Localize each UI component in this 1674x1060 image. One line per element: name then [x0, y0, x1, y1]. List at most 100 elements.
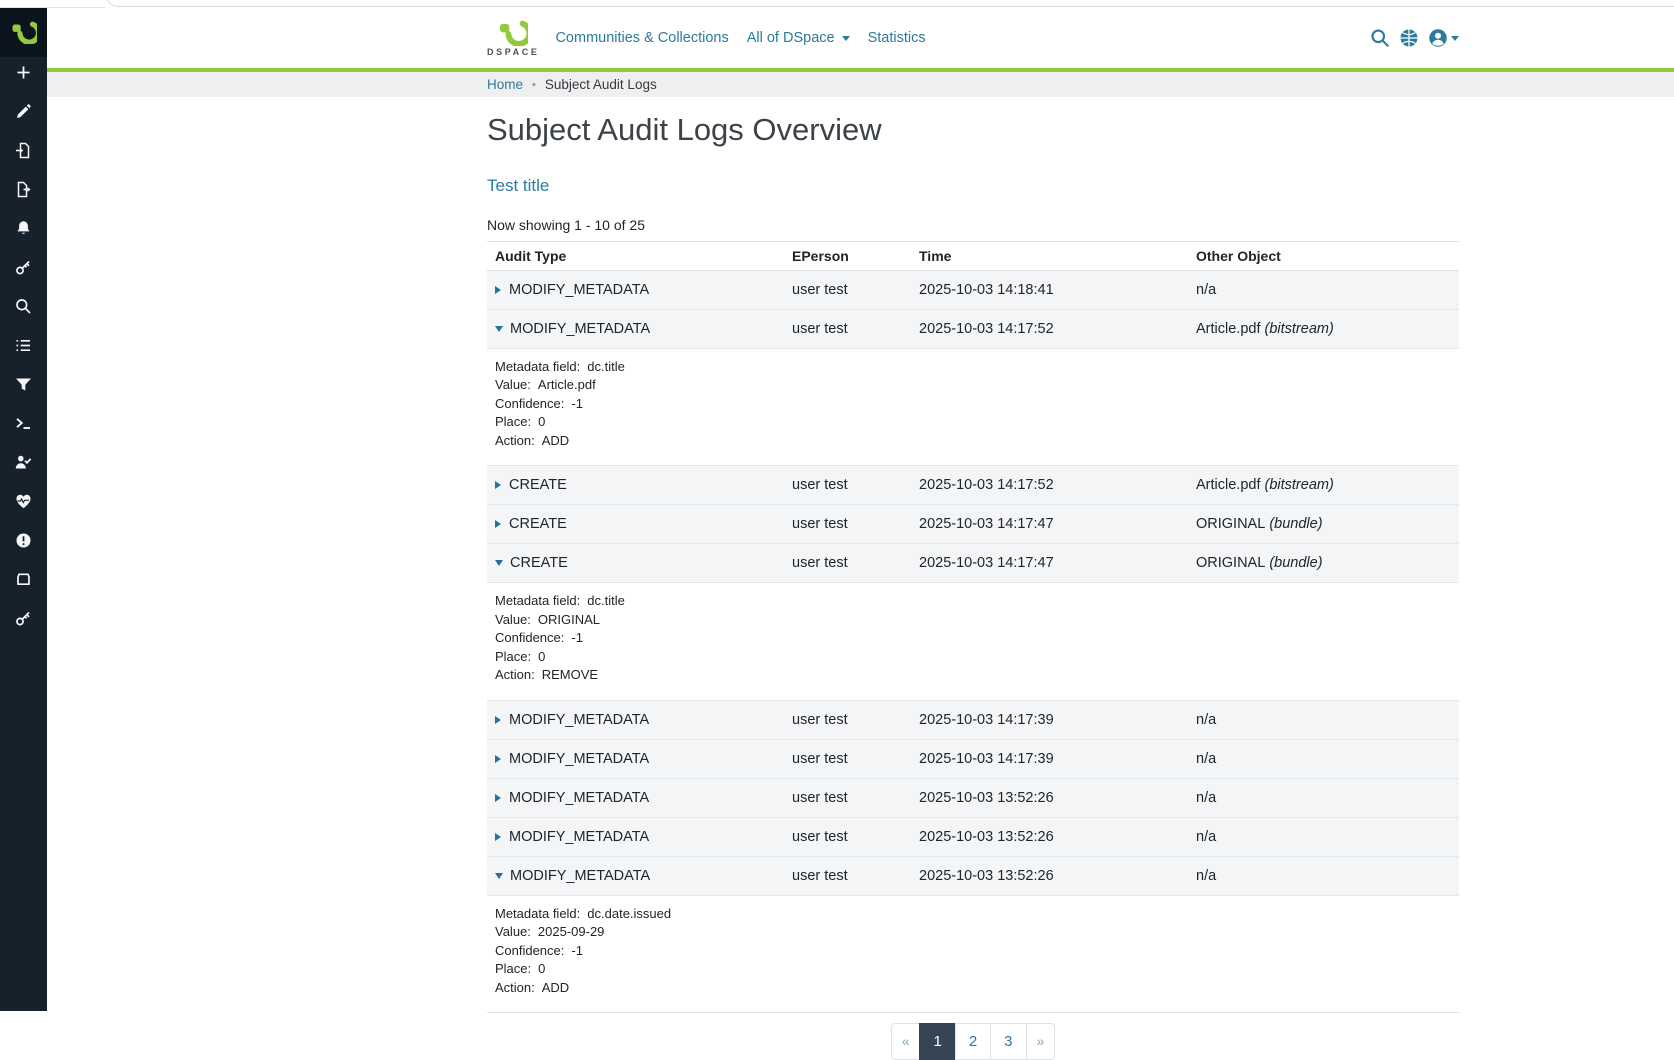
sidebar-item-filter[interactable] — [15, 376, 32, 393]
detail-line-field: Metadata field:dc.title — [495, 594, 1451, 608]
sidebar-item-key[interactable] — [15, 259, 32, 276]
sidebar-item-exclamation-circle[interactable] — [15, 532, 32, 549]
globe-icon[interactable] — [1399, 28, 1419, 48]
dspace-logo[interactable]: DSPACE — [487, 20, 539, 57]
sidebar-item-search[interactable] — [15, 298, 32, 315]
detail-line-action: Action:ADD — [495, 434, 1451, 448]
pagination-link[interactable]: « — [891, 1023, 921, 1060]
caret-right-icon[interactable] — [495, 481, 501, 489]
caret-right-icon[interactable] — [495, 833, 501, 841]
browser-chrome-strip — [0, 0, 1674, 8]
other-object-text: n/a — [1196, 790, 1216, 806]
eperson-cell: user test — [784, 739, 911, 778]
other-object-cell: ORIGINAL (bundle) — [1188, 505, 1459, 544]
sidebar-item-heartbeat[interactable] — [15, 493, 32, 510]
detail-value: -1 — [571, 396, 583, 411]
other-object-text: n/a — [1196, 829, 1216, 845]
pagination-page-2: 2 — [956, 1023, 991, 1060]
other-object-text: n/a — [1196, 751, 1216, 767]
other-object-text: n/a — [1196, 282, 1216, 298]
detail-label: Place: — [495, 649, 531, 664]
chevron-down-icon — [842, 36, 850, 41]
other-object-type: (bitstream) — [1260, 321, 1333, 337]
breadcrumb-current: Subject Audit Logs — [545, 77, 657, 92]
other-object-type: (bitstream) — [1260, 477, 1333, 493]
pagination: «123» — [487, 1023, 1459, 1060]
caret-right-icon[interactable] — [495, 716, 501, 724]
sidebar-item-bell[interactable] — [15, 220, 32, 237]
nav-communities-collections[interactable]: Communities & Collections — [555, 30, 728, 46]
breadcrumb-home[interactable]: Home — [487, 77, 523, 92]
audit-type-label: MODIFY_METADATA — [510, 868, 650, 884]
table-row: MODIFY_METADATAuser test2025-10-03 14:17… — [487, 700, 1459, 739]
caret-right-icon[interactable] — [495, 286, 501, 294]
list-icon — [15, 337, 32, 354]
audit-detail-content: Metadata field:dc.titleValue:ORIGINALCon… — [487, 583, 1459, 701]
table-row: CREATEuser test2025-10-03 14:17:52Articl… — [487, 466, 1459, 505]
pagination-link[interactable]: 2 — [955, 1023, 991, 1060]
detail-line-confidence: Confidence:-1 — [495, 397, 1451, 411]
detail-value: 0 — [538, 414, 545, 429]
sidebar-item-terminal[interactable] — [15, 415, 32, 432]
audit-type-cell[interactable]: MODIFY_METADATA — [487, 309, 784, 348]
main-content: Subject Audit Logs Overview Test title N… — [47, 97, 1674, 1011]
caret-right-icon[interactable] — [495, 520, 501, 528]
audit-type-cell[interactable]: MODIFY_METADATA — [487, 778, 784, 817]
admin-sidebar — [0, 8, 47, 1011]
nav-statistics[interactable]: Statistics — [868, 30, 926, 46]
table-row: CREATEuser test2025-10-03 14:17:47ORIGIN… — [487, 505, 1459, 544]
sidebar-dspace-logo[interactable] — [0, 8, 47, 57]
sidebar-item-file-import[interactable] — [15, 142, 32, 159]
other-object-cell: n/a — [1188, 778, 1459, 817]
detail-label: Place: — [495, 961, 531, 976]
pagination-link[interactable]: » — [1026, 1023, 1056, 1060]
detail-line-confidence: Confidence:-1 — [495, 631, 1451, 645]
pagination-link[interactable]: 3 — [990, 1023, 1026, 1060]
subject-title-link[interactable]: Test title — [487, 176, 549, 196]
audit-type-cell[interactable]: MODIFY_METADATA — [487, 739, 784, 778]
nav-label: Statistics — [868, 30, 926, 46]
search-icon[interactable] — [1370, 28, 1390, 48]
sidebar-item-user-check[interactable] — [15, 454, 32, 471]
sidebar-item-list[interactable] — [15, 337, 32, 354]
sidebar-item-plus[interactable] — [15, 64, 32, 81]
pagination-link[interactable]: 1 — [919, 1023, 955, 1060]
detail-value: -1 — [571, 630, 583, 645]
user-menu-icon[interactable] — [1428, 28, 1459, 48]
nav-all-of-dspace[interactable]: All of DSpace — [747, 30, 850, 46]
caret-down-icon[interactable] — [495, 873, 503, 879]
audit-type-label: MODIFY_METADATA — [509, 790, 649, 806]
other-object-cell: Article.pdf (bitstream) — [1188, 309, 1459, 348]
sidebar-item-file-export[interactable] — [15, 181, 32, 198]
file-import-icon — [15, 142, 32, 159]
pagination-next: » — [1027, 1023, 1056, 1060]
sidebar-item-pencil[interactable] — [15, 103, 32, 120]
caret-right-icon[interactable] — [495, 794, 501, 802]
audit-type-cell[interactable]: MODIFY_METADATA — [487, 270, 784, 309]
audit-type-cell[interactable]: MODIFY_METADATA — [487, 700, 784, 739]
caret-down-icon[interactable] — [495, 326, 503, 332]
detail-label: Value: — [495, 612, 531, 627]
caret-down-icon[interactable] — [495, 560, 503, 566]
heartbeat-icon — [15, 493, 32, 510]
detail-label: Metadata field: — [495, 359, 580, 374]
sidebar-item-key-2[interactable] — [15, 610, 32, 627]
audit-type-label: MODIFY_METADATA — [509, 751, 649, 767]
audit-detail-content: Metadata field:dc.date.issuedValue:2025-… — [487, 895, 1459, 1013]
audit-type-cell[interactable]: CREATE — [487, 466, 784, 505]
audit-type-cell[interactable]: CREATE — [487, 505, 784, 544]
time-cell: 2025-10-03 14:17:47 — [911, 505, 1188, 544]
sidebar-item-box[interactable] — [15, 571, 32, 588]
detail-line-value: Value:2025-09-29 — [495, 925, 1451, 939]
key-icon — [15, 259, 32, 276]
detail-line-place: Place:0 — [495, 650, 1451, 664]
audit-type-cell[interactable]: MODIFY_METADATA — [487, 856, 784, 895]
terminal-icon — [15, 415, 32, 432]
detail-label: Value: — [495, 377, 531, 392]
caret-right-icon[interactable] — [495, 755, 501, 763]
detail-line-confidence: Confidence:-1 — [495, 944, 1451, 958]
audit-type-cell[interactable]: CREATE — [487, 544, 784, 583]
key-2-icon — [15, 610, 32, 627]
box-icon — [15, 571, 32, 588]
audit-type-cell[interactable]: MODIFY_METADATA — [487, 817, 784, 856]
